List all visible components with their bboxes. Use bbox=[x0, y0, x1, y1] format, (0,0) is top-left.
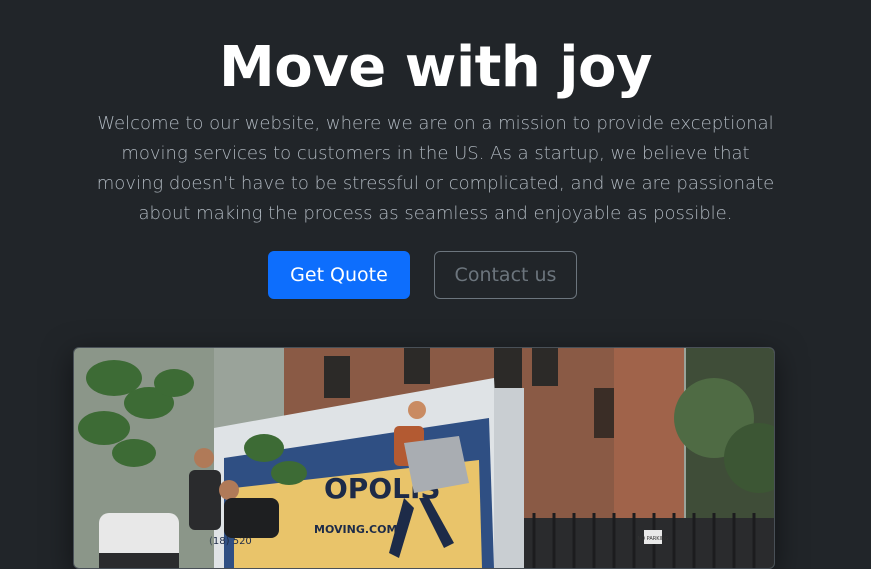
hero-lead-text: Welcome to our website, where we are on … bbox=[96, 113, 775, 224]
hero-title: Move with joy bbox=[219, 35, 652, 100]
moving-truck-illustration: NO PARKING OPOLIS MOVING.COM (18) 520 bbox=[74, 348, 774, 568]
get-quote-button[interactable]: Get Quote bbox=[268, 251, 410, 299]
box-illustration bbox=[404, 436, 469, 493]
contact-us-button[interactable]: Contact us bbox=[434, 251, 577, 299]
person-bending bbox=[224, 498, 279, 538]
hero-image: NO PARKING OPOLIS MOVING.COM (18) 520 bbox=[73, 347, 775, 569]
person-left bbox=[189, 470, 221, 530]
truck-url-text: MOVING.COM bbox=[314, 523, 397, 536]
no-parking-sign: NO PARKING bbox=[637, 536, 668, 542]
